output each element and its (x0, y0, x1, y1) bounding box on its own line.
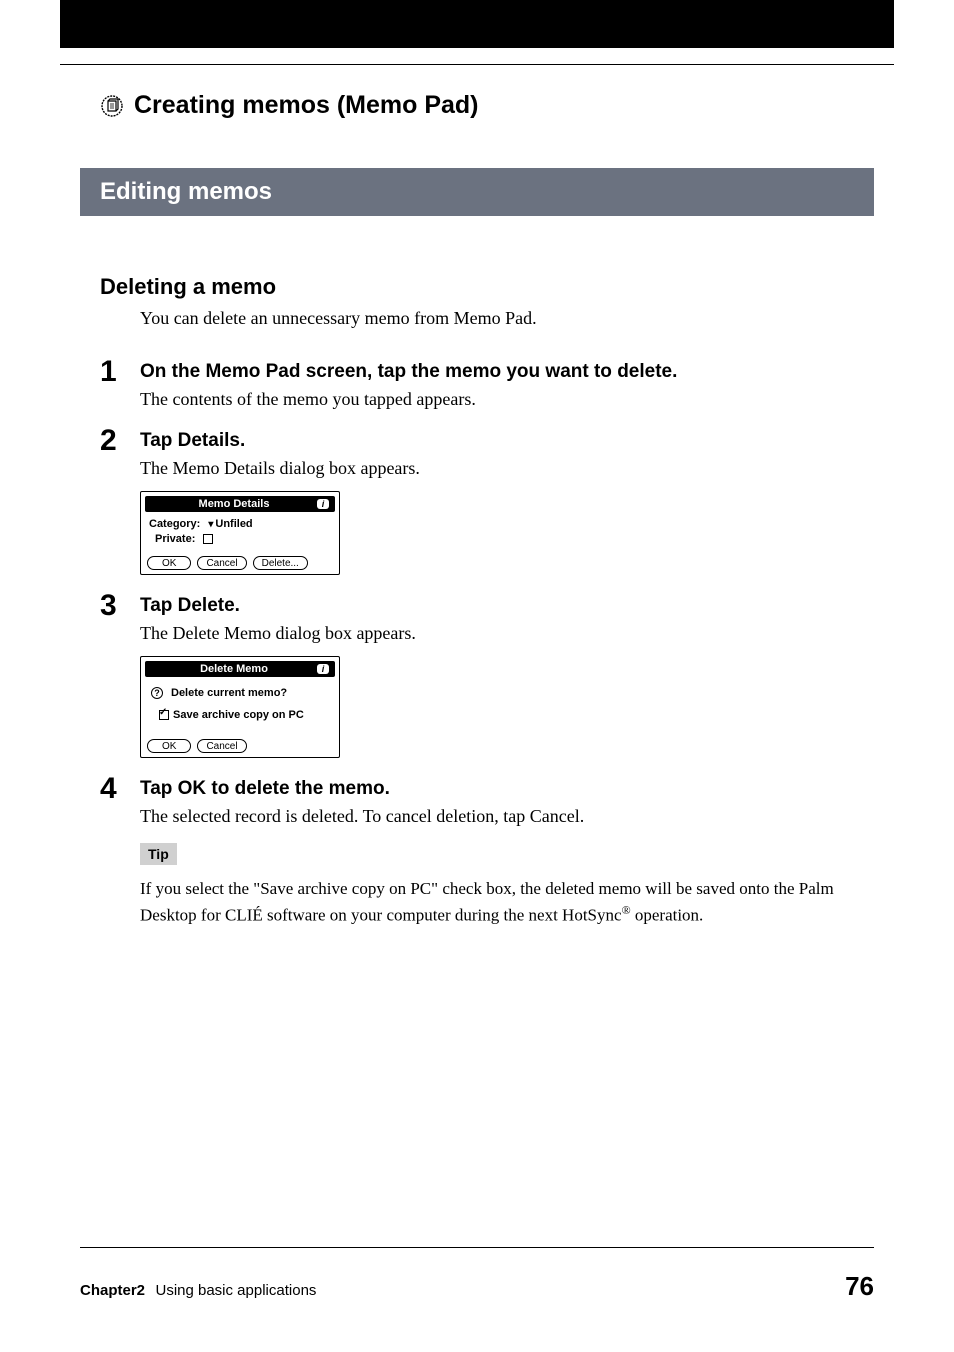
page-top-bar (60, 0, 894, 48)
archive-checkbox[interactable] (159, 710, 169, 720)
section-title: Editing memos (100, 178, 272, 205)
delete-question: Delete current memo? (171, 687, 287, 699)
cancel-button[interactable]: Cancel (197, 739, 246, 753)
step-4: 4 Tap OK to delete the memo. The selecte… (140, 778, 874, 928)
step-1: 1 On the Memo Pad screen, tap the memo y… (140, 361, 874, 410)
dialog-titlebar: Memo Details i (145, 496, 335, 512)
delete-button[interactable]: Delete... (253, 556, 308, 570)
archive-label: Save archive copy on PC (173, 709, 304, 721)
memo-pad-icon (100, 94, 124, 118)
step-heading: On the Memo Pad screen, tap the memo you… (140, 361, 874, 383)
step-body: The Delete Memo dialog box appears. (140, 623, 874, 644)
ok-button[interactable]: OK (147, 739, 191, 753)
subsection-intro: You can delete an unnecessary memo from … (140, 308, 874, 329)
footer-rule (80, 1247, 874, 1248)
tip-body: If you select the "Save archive copy on … (140, 877, 874, 928)
private-label: Private: (155, 533, 195, 545)
step-2: 2 Tap Details. The Memo Details dialog b… (140, 430, 874, 575)
page-number: 76 (845, 1271, 874, 1302)
footer-chapter: Chapter2 (80, 1282, 145, 1299)
question-icon: ? (151, 687, 163, 699)
cancel-button[interactable]: Cancel (197, 556, 246, 570)
category-label: Category: (149, 518, 200, 530)
memo-details-dialog: Memo Details i Category: Unfiled Private… (140, 491, 340, 575)
step-body: The contents of the memo you tapped appe… (140, 389, 874, 410)
tip-label: Tip (140, 843, 177, 865)
page-footer: Chapter2 Using basic applications 76 (80, 1271, 874, 1302)
step-heading: Tap Delete. (140, 595, 874, 617)
chapter-title: Creating memos (Memo Pad) (134, 91, 479, 120)
step-number: 1 (100, 355, 117, 389)
step-number: 2 (100, 424, 117, 458)
page-rule (60, 64, 894, 65)
step-heading: Tap OK to delete the memo. (140, 778, 874, 800)
registered-mark: ® (622, 903, 631, 917)
step-body: The selected record is deleted. To cance… (140, 806, 874, 827)
section-bar: Editing memos (80, 168, 874, 216)
step-heading: Tap Details. (140, 430, 874, 452)
footer-subtitle: Using basic applications (155, 1282, 316, 1299)
chapter-heading: Creating memos (Memo Pad) (100, 91, 874, 120)
step-3: 3 Tap Delete. The Delete Memo dialog box… (140, 595, 874, 758)
category-value: Unfiled (215, 518, 252, 530)
step-number: 3 (100, 589, 117, 623)
category-dropdown[interactable]: Unfiled (208, 518, 252, 530)
info-icon[interactable]: i (317, 499, 329, 509)
info-icon[interactable]: i (317, 664, 329, 674)
ok-button[interactable]: OK (147, 556, 191, 570)
dialog-title: Memo Details (151, 498, 317, 510)
dialog-title: Delete Memo (151, 663, 317, 675)
private-checkbox[interactable] (203, 534, 213, 544)
step-body: The Memo Details dialog box appears. (140, 458, 874, 479)
tip-body-before: If you select the "Save archive copy on … (140, 879, 834, 924)
step-number: 4 (100, 772, 117, 806)
tip-body-after: operation. (631, 905, 704, 924)
dialog-titlebar: Delete Memo i (145, 661, 335, 677)
subsection-title: Deleting a memo (100, 274, 874, 300)
delete-memo-dialog: Delete Memo i ? Delete current memo? Sav… (140, 656, 340, 758)
